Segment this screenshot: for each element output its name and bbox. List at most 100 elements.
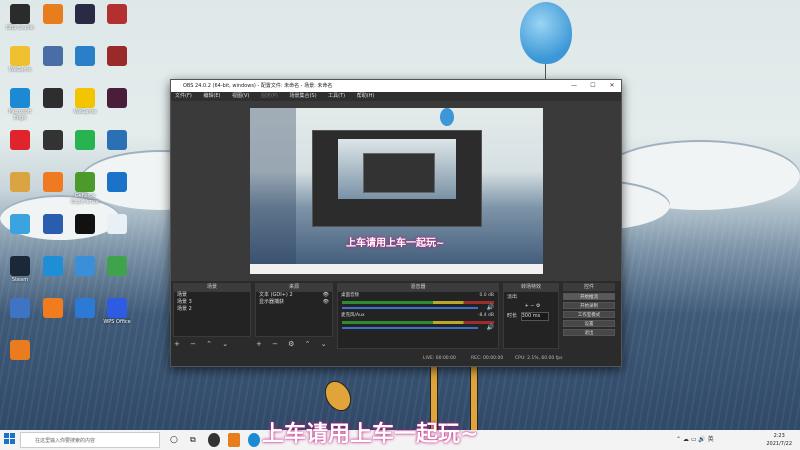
menu-file[interactable]: 文件(F) <box>175 93 192 99</box>
track-db: -8.4 dB <box>477 313 494 318</box>
app-icon <box>107 298 127 318</box>
eye-icon[interactable]: 👁 <box>323 292 329 299</box>
desktop-icon[interactable] <box>3 214 37 235</box>
desktop-icon[interactable] <box>36 256 70 277</box>
menu-help[interactable]: 帮助(H) <box>357 93 375 99</box>
sources-dock: 文本 (GDI+) 2 👁 显示器捕获 👁 + − ⚙ ⌃ ⌄ <box>255 291 333 348</box>
minimize-icon[interactable]: — <box>565 80 583 92</box>
speaker-icon: 🔊 <box>486 324 494 331</box>
desktop-icon[interactable] <box>100 256 134 277</box>
desktop-icon[interactable] <box>100 4 134 25</box>
menu-view[interactable]: 视图(V) <box>232 93 249 99</box>
desktop-icon[interactable] <box>100 88 134 109</box>
desktop-icon[interactable]: Steam <box>3 256 37 283</box>
menu-edit[interactable]: 编辑(E) <box>203 93 220 99</box>
menu-tools[interactable]: 工具(T) <box>328 93 345 99</box>
app-taskbar-icon[interactable] <box>228 433 240 447</box>
desktop-icon[interactable]: WeGame <box>68 88 102 115</box>
desktop-icon[interactable] <box>36 88 70 109</box>
task-view-button-icon[interactable]: ⧉ <box>190 433 202 447</box>
start-streaming-button[interactable]: 开始推流 <box>563 293 615 300</box>
taskbar-search-input[interactable]: 在这里输入你要搜索的内容 <box>20 432 160 448</box>
volume-slider[interactable]: 🔊 <box>342 304 494 311</box>
desktop-icon[interactable] <box>3 298 37 319</box>
app-icon <box>75 88 95 108</box>
app-icon <box>10 214 30 234</box>
desktop-subtitle: 上车请用上车一起玩~ <box>262 422 479 447</box>
app-icon <box>10 256 30 276</box>
desktop-icon[interactable] <box>36 130 70 151</box>
app-icon <box>75 130 95 150</box>
desktop-icon[interactable] <box>68 130 102 151</box>
eye-icon[interactable]: 👁 <box>323 299 329 306</box>
rec-status: REC: 00:00:00 <box>471 356 504 361</box>
edge-taskbar-icon[interactable] <box>248 433 260 447</box>
app-icon <box>43 214 63 234</box>
close-icon[interactable]: ✕ <box>603 80 621 92</box>
live-status: LIVE: 00:00:00 <box>423 356 456 361</box>
app-icon <box>43 46 63 66</box>
desktop-icon[interactable] <box>36 214 70 235</box>
desktop-icon[interactable] <box>36 46 70 67</box>
scene-toolbar[interactable]: + − ⌃ ⌄ <box>174 340 232 348</box>
app-icon <box>107 130 127 150</box>
scene-item[interactable]: 场景 <box>174 292 250 299</box>
source-item[interactable]: 显示器捕获 👁 <box>256 299 332 306</box>
desktop-icon[interactable] <box>100 214 134 235</box>
desktop-icon[interactable] <box>68 46 102 67</box>
start-recording-button[interactable]: 开始录制 <box>563 302 615 309</box>
mixer-dock: 桌面音频 0.0 dB 🔊 麦克风/Aux -8.4 dB 🔊 <box>337 291 499 349</box>
desktop-icon[interactable] <box>3 340 37 361</box>
desktop-icon[interactable]: WPS Office <box>100 298 134 325</box>
task-view-icon[interactable]: ○ <box>170 433 182 447</box>
preview-canvas: 上车请用上车一起玩~ <box>250 108 543 274</box>
app-icon <box>75 214 95 234</box>
desktop-icon[interactable] <box>100 172 134 193</box>
desktop-icon[interactable] <box>68 256 102 277</box>
app-icon <box>43 130 63 150</box>
exit-button[interactable]: 退出 <box>563 329 615 336</box>
source-toolbar[interactable]: + − ⚙ ⌃ ⌄ <box>256 340 331 348</box>
menu-scene-collection[interactable]: 场景集合(S) <box>289 93 316 99</box>
settings-button[interactable]: 设置 <box>563 320 615 327</box>
desktop-icon[interactable]: Microsoft Edge <box>3 88 37 121</box>
transition-add-remove[interactable]: + − ⚙ <box>504 303 558 310</box>
obs-taskbar-icon[interactable] <box>208 433 220 447</box>
desktop-icon[interactable] <box>68 4 102 25</box>
app-icon <box>43 88 63 108</box>
cpu-status: CPU: 2.1%, 60.00 fps <box>515 356 563 361</box>
studio-mode-button[interactable]: 工作室模式 <box>563 311 615 318</box>
desktop-icon[interactable] <box>3 130 37 151</box>
source-item[interactable]: 文本 (GDI+) 2 👁 <box>256 292 332 299</box>
mixer-dock-title: 混音器 <box>337 283 499 291</box>
obs-titlebar[interactable]: OBS 24.0.2 (64-bit, windows) - 配置文件: 未命名… <box>171 80 621 92</box>
desktop-icon[interactable] <box>36 298 70 319</box>
preview-subtitle: 上车请用上车一起玩~ <box>346 238 445 249</box>
scene-item[interactable]: 场景 3 <box>174 299 250 306</box>
taskbar-clock[interactable]: 2:23 2021/7/22 <box>766 432 792 448</box>
desktop-icon[interactable] <box>36 4 70 25</box>
menu-pin[interactable]: 固定(P) <box>261 93 278 99</box>
desktop-icon[interactable] <box>68 214 102 235</box>
maximize-icon[interactable]: ☐ <box>584 80 602 92</box>
track-name: 麦克风/Aux <box>341 313 365 318</box>
desktop-icon[interactable] <box>36 172 70 193</box>
desktop-icon[interactable]: OBS Studio <box>3 4 37 31</box>
desktop-icon[interactable] <box>68 298 102 319</box>
volume-slider[interactable]: 🔊 <box>342 324 494 331</box>
app-icon <box>75 298 95 318</box>
duration-input[interactable]: 300 ms <box>520 312 549 321</box>
desktop-icon[interactable] <box>100 46 134 67</box>
transition-type[interactable]: 淡出 <box>504 294 558 301</box>
balloon-illustration <box>520 2 572 64</box>
start-button[interactable] <box>4 433 16 447</box>
sources-dock-title: 来源 <box>255 283 333 291</box>
desktop-icon[interactable] <box>3 172 37 193</box>
scene-item[interactable]: 场景 2 <box>174 306 250 313</box>
desktop-icon[interactable] <box>100 130 134 151</box>
preview-area[interactable]: 上车请用上车一起玩~ <box>171 101 621 281</box>
system-tray[interactable]: ⌃ ☁ ▭ 🔊 英 <box>676 433 736 447</box>
desktop-icon[interactable]: WeGame <box>3 46 37 73</box>
app-icon <box>107 256 127 276</box>
desktop-icon[interactable]: GeForce Experience <box>68 172 102 205</box>
